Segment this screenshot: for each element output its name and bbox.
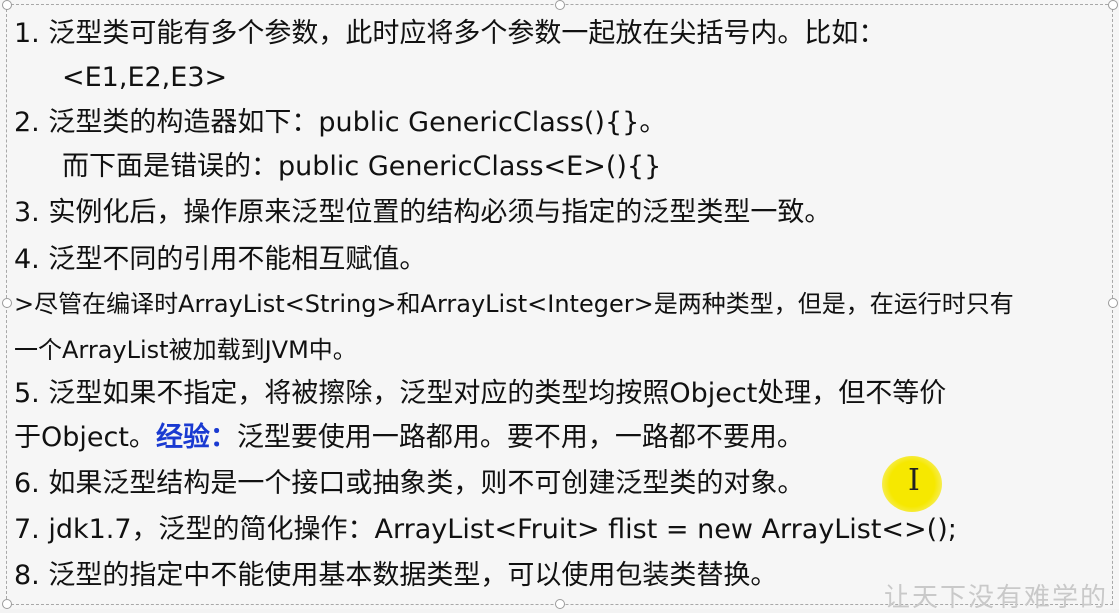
- text-line-7: 7. jdk1.7，泛型的简化操作：ArrayList<Fruit> flist…: [14, 514, 957, 545]
- text-line-3: 3. 实例化后，操作原来泛型位置的结构必须与指定的泛型类型一致。: [14, 197, 832, 228]
- text-line-4: 4. 泛型不同的引用不能相互赋值。: [14, 244, 427, 275]
- text-line-5-continued: 于Object。经验：泛型要使用一路都用。要不用，一路都不要用。: [14, 418, 804, 458]
- text-line-5-suffix: 泛型要使用一路都用。要不用，一路都不要用。: [236, 422, 804, 453]
- text-line-2: 2. 泛型类的构造器如下：public GenericClass(){}。: [14, 107, 667, 138]
- text-line-1: 1. 泛型类可能有多个参数，此时应将多个参数一起放在尖括号内。比如：: [14, 18, 886, 49]
- watermark: 让天下没有难学的: [884, 583, 1109, 613]
- resize-handle-middle-right[interactable]: [1108, 298, 1118, 308]
- resize-handle-top-right[interactable]: [1108, 0, 1118, 10]
- resize-handle-middle-left[interactable]: [2, 298, 12, 308]
- resize-handle-bottom-center[interactable]: [555, 599, 565, 609]
- text-line-4-note-continued: 一个ArrayList被加载到JVM中。: [14, 336, 357, 364]
- resize-handle-bottom-left[interactable]: [2, 599, 12, 609]
- resize-handle-top-left[interactable]: [2, 0, 12, 10]
- text-cursor-icon: I: [908, 463, 920, 498]
- text-line-2-continued: 而下面是错误的：public GenericClass<E>(){}: [62, 151, 662, 182]
- text-line-8: 8. 泛型的指定中不能使用基本数据类型，可以使用包装类替换。: [14, 560, 778, 591]
- text-line-5: 5. 泛型如果不指定，将被擦除，泛型对应的类型均按照Object处理，但不等价: [14, 378, 947, 409]
- slide-canvas: 1. 泛型类可能有多个参数，此时应将多个参数一起放在尖括号内。比如： <E1,E…: [0, 0, 1119, 613]
- experience-label: 经验：: [155, 422, 237, 453]
- text-line-6: 6. 如果泛型结构是一个接口或抽象类，则不可创建泛型类的对象。: [14, 468, 805, 499]
- resize-handle-top-center[interactable]: [555, 0, 565, 10]
- text-line-4-note: >尽管在编译时ArrayList<String>和ArrayList<Integ…: [14, 290, 1014, 318]
- text-line-5-prefix: 于Object。: [14, 422, 156, 453]
- text-line-1-continued: <E1,E2,E3>: [62, 62, 228, 93]
